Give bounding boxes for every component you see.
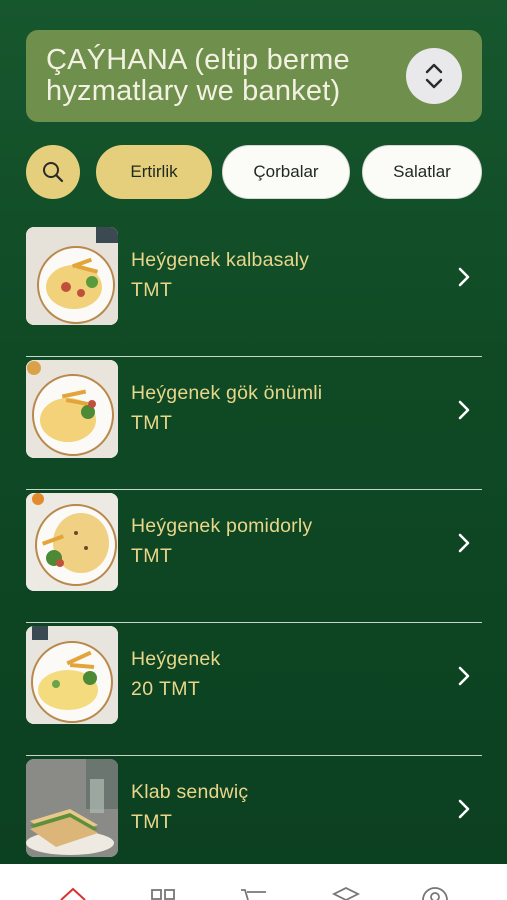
chevron-up-down-icon <box>425 63 443 89</box>
grid-icon[interactable] <box>148 886 178 900</box>
food-image <box>26 360 118 458</box>
search-button[interactable] <box>26 145 80 199</box>
menu-item[interactable]: Heýgenek gök önümli TMT <box>26 357 482 490</box>
chevron-right-icon <box>458 400 470 420</box>
profile-icon[interactable] <box>420 886 450 900</box>
food-image <box>26 759 118 857</box>
item-price: TMT <box>131 811 173 833</box>
food-image <box>26 626 118 724</box>
chevron-right-icon <box>458 799 470 819</box>
item-price: 20 TMT <box>131 678 201 700</box>
food-image <box>26 227 118 325</box>
item-price: TMT <box>131 279 173 301</box>
item-price: TMT <box>131 412 173 434</box>
category-chip-label: Ertirlik <box>130 162 178 181</box>
box-icon[interactable] <box>331 886 361 900</box>
item-name: Heýgenek <box>131 648 221 670</box>
venue-switch-button[interactable] <box>406 48 462 104</box>
menu-item[interactable]: Heýgenek kalbasaly TMT <box>26 224 482 357</box>
item-name: Heýgenek kalbasaly <box>131 249 310 271</box>
category-chip-label: Çorbalar <box>253 162 319 181</box>
item-name: Heýgenek pomidorly <box>131 515 313 537</box>
chevron-right-icon <box>458 533 470 553</box>
category-bar: Ertirlik Çorbalar Salatlar <box>26 145 486 199</box>
food-image <box>26 493 118 591</box>
search-icon <box>43 162 64 183</box>
menu-item[interactable]: Heýgenek 20 TMT <box>26 623 482 756</box>
category-chip-label: Salatlar <box>393 162 451 181</box>
category-chip-corbalar[interactable]: Çorbalar <box>222 145 350 199</box>
venue-header: ÇAÝHANA (eltip berme hyzmatlary we banke… <box>26 30 482 122</box>
cart-icon[interactable] <box>239 886 269 900</box>
item-name: Klab sendwiç <box>131 781 249 803</box>
menu-list: Heýgenek kalbasaly TMT Heýgenek gök önüm… <box>26 224 482 889</box>
category-chip-salatlar[interactable]: Salatlar <box>362 145 482 199</box>
home-icon[interactable] <box>58 886 88 900</box>
chevron-right-icon <box>458 666 470 686</box>
menu-item[interactable]: Heýgenek pomidorly TMT <box>26 490 482 623</box>
bottom-nav <box>0 864 507 900</box>
venue-title: ÇAÝHANA (eltip berme hyzmatlary we banke… <box>46 44 350 107</box>
chevron-right-icon <box>458 267 470 287</box>
item-name: Heýgenek gök önümli <box>131 382 323 404</box>
category-chip-ertirlik[interactable]: Ertirlik <box>96 145 212 199</box>
item-price: TMT <box>131 545 173 567</box>
